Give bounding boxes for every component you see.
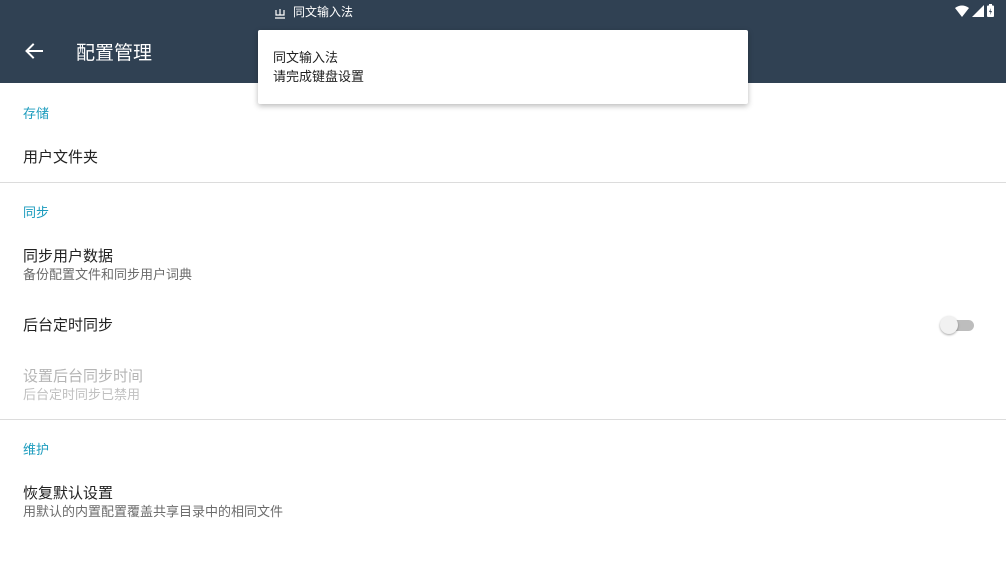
arrow-back-icon <box>25 42 43 64</box>
wifi-icon <box>955 2 969 21</box>
notification-message: 请完成键盘设置 <box>273 70 365 85</box>
section-divider <box>0 419 1006 420</box>
keyboard-notification-icon <box>275 5 285 19</box>
pref-summary: 用默认的内置配置覆盖共享目录中的相同文件 <box>23 505 284 520</box>
system-icons <box>955 2 994 21</box>
settings-screen: 同文输入法 配置管理 存储 用户文件夹 同步 同步用户数据 备份配置文件和同步用… <box>0 0 1006 565</box>
status-notification-label: 同文输入法 <box>293 5 354 19</box>
pref-title: 设置后台同步时间 <box>23 367 144 385</box>
pref-summary: 备份配置文件和同步用户词典 <box>23 268 193 283</box>
pref-title: 用户文件夹 <box>23 148 99 166</box>
status-bar: 同文输入法 <box>0 0 1006 24</box>
battery-icon <box>987 2 994 21</box>
pref-title: 同步用户数据 <box>23 247 114 265</box>
background-sync-toggle[interactable] <box>940 315 976 335</box>
section-divider <box>0 182 1006 183</box>
page-title: 配置管理 <box>76 42 153 64</box>
signal-icon <box>972 2 984 21</box>
pref-background-sync[interactable]: 后台定时同步 <box>0 301 1006 349</box>
pref-title: 恢复默认设置 <box>23 484 114 502</box>
pref-title: 后台定时同步 <box>23 316 114 334</box>
section-header-sync: 同步 <box>23 206 50 221</box>
section-header-storage: 存储 <box>23 107 50 122</box>
pref-summary: 后台定时同步已禁用 <box>23 388 141 403</box>
notification-popup[interactable]: 同文输入法 请完成键盘设置 <box>258 30 748 104</box>
toggle-thumb <box>940 316 958 334</box>
pref-user-folder[interactable]: 用户文件夹 <box>0 131 1006 181</box>
notification-title: 同文输入法 <box>273 51 339 66</box>
section-header-maintenance: 维护 <box>23 443 50 458</box>
back-button[interactable] <box>20 39 48 67</box>
pref-sync-time: 设置后台同步时间 后台定时同步已禁用 <box>0 355 1006 411</box>
pref-sync-user-data[interactable]: 同步用户数据 备份配置文件和同步用户词典 <box>0 233 1006 291</box>
pref-restore-defaults[interactable]: 恢复默认设置 用默认的内置配置覆盖共享目录中的相同文件 <box>0 471 1006 529</box>
